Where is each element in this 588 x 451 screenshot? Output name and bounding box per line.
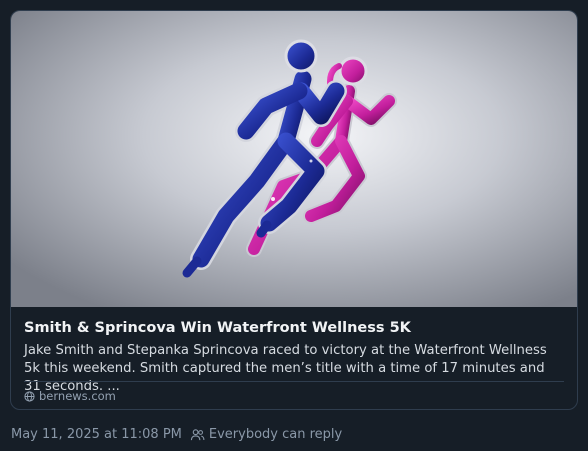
source-domain: bernews.com [39,389,116,403]
post-timestamp[interactable]: May 11, 2025 at 11:08 PM [11,426,182,444]
link-preview-text: Smith & Sprincova Win Waterfront Wellnes… [24,318,564,396]
link-preview-card[interactable]: Smith & Sprincova Win Waterfront Wellnes… [10,10,578,410]
link-preview-image[interactable] [11,11,577,307]
reply-setting[interactable]: Everybody can reply [190,426,342,444]
link-source[interactable]: bernews.com [24,388,116,404]
globe-icon [24,390,35,402]
runners-illustration [11,11,577,307]
people-icon [190,429,205,441]
link-title[interactable]: Smith & Sprincova Win Waterfront Wellnes… [24,318,564,338]
reply-setting-label: Everybody can reply [208,427,343,442]
divider [24,381,564,382]
post-meta: May 11, 2025 at 11:08 PM Everybody can r… [11,426,342,444]
